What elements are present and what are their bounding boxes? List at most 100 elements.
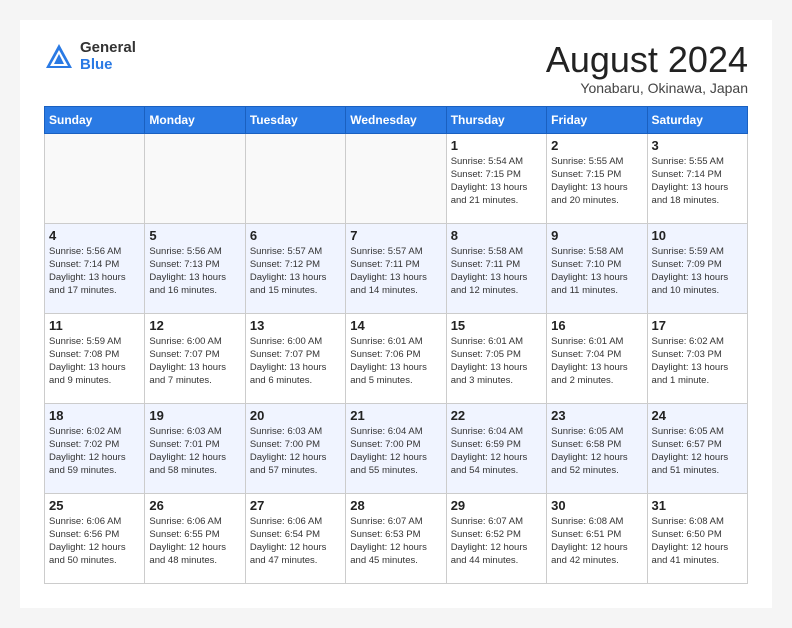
day-info: Sunrise: 5:54 AM Sunset: 7:15 PM Dayligh… bbox=[451, 155, 542, 208]
day-info: Sunrise: 5:55 AM Sunset: 7:15 PM Dayligh… bbox=[551, 155, 642, 208]
calendar-cell: 23 Sunrise: 6:05 AM Sunset: 6:58 PM Dayli… bbox=[547, 403, 647, 493]
calendar-cell: 11Sunrise: 5:59 AM Sunset: 7:08 PM Dayli… bbox=[45, 313, 145, 403]
calendar-cell: 7Sunrise: 5:57 AM Sunset: 7:11 PM Daylig… bbox=[346, 223, 446, 313]
week-row-5: 25 Sunrise: 6:06 AM Sunset: 6:56 PM Dayli… bbox=[45, 493, 748, 583]
title-block: August 2024 Yonabaru, Okinawa, Japan bbox=[546, 40, 748, 96]
calendar-cell: 24 Sunrise: 6:05 AM Sunset: 6:57 PM Dayli… bbox=[647, 403, 747, 493]
day-number: 17 bbox=[652, 318, 743, 333]
day-number: 31 bbox=[652, 498, 743, 513]
day-number: 29 bbox=[451, 498, 542, 513]
calendar-table: SundayMondayTuesdayWednesdayThursdayFrid… bbox=[44, 106, 748, 584]
day-info: Sunrise: 6:03 AM Sunset: 7:00 PM Dayligh… bbox=[250, 425, 341, 478]
location: Yonabaru, Okinawa, Japan bbox=[546, 80, 748, 96]
calendar-cell: 9 Sunrise: 5:58 AM Sunset: 7:10 PM Daylig… bbox=[547, 223, 647, 313]
day-info: Sunrise: 6:06 AM Sunset: 6:54 PM Dayligh… bbox=[250, 515, 341, 568]
week-row-3: 11Sunrise: 5:59 AM Sunset: 7:08 PM Dayli… bbox=[45, 313, 748, 403]
day-info: Sunrise: 5:56 AM Sunset: 7:14 PM Dayligh… bbox=[49, 245, 140, 298]
weekday-header-saturday: Saturday bbox=[647, 106, 747, 133]
calendar-cell: 30Sunrise: 6:08 AM Sunset: 6:51 PM Dayli… bbox=[547, 493, 647, 583]
calendar-cell: 27 Sunrise: 6:06 AM Sunset: 6:54 PM Dayli… bbox=[245, 493, 345, 583]
calendar-container: General Blue August 2024 Yonabaru, Okina… bbox=[20, 20, 772, 608]
day-info: Sunrise: 5:59 AM Sunset: 7:09 PM Dayligh… bbox=[652, 245, 743, 298]
logo-icon bbox=[44, 42, 74, 72]
day-number: 27 bbox=[250, 498, 341, 513]
calendar-cell: 20Sunrise: 6:03 AM Sunset: 7:00 PM Dayli… bbox=[245, 403, 345, 493]
day-number: 15 bbox=[451, 318, 542, 333]
day-number: 1 bbox=[451, 138, 542, 153]
day-number: 6 bbox=[250, 228, 341, 243]
calendar-cell: 17 Sunrise: 6:02 AM Sunset: 7:03 PM Dayli… bbox=[647, 313, 747, 403]
calendar-cell bbox=[245, 133, 345, 223]
day-info: Sunrise: 5:58 AM Sunset: 7:11 PM Dayligh… bbox=[451, 245, 542, 298]
calendar-cell: 18 Sunrise: 6:02 AM Sunset: 7:02 PM Dayli… bbox=[45, 403, 145, 493]
logo: General Blue bbox=[44, 40, 136, 73]
day-number: 23 bbox=[551, 408, 642, 423]
week-row-1: 1 Sunrise: 5:54 AM Sunset: 7:15 PM Daylig… bbox=[45, 133, 748, 223]
calendar-cell: 21Sunrise: 6:04 AM Sunset: 7:00 PM Dayli… bbox=[346, 403, 446, 493]
day-number: 28 bbox=[350, 498, 441, 513]
day-info: Sunrise: 5:56 AM Sunset: 7:13 PM Dayligh… bbox=[149, 245, 240, 298]
weekday-header-thursday: Thursday bbox=[446, 106, 546, 133]
day-info: Sunrise: 5:55 AM Sunset: 7:14 PM Dayligh… bbox=[652, 155, 743, 208]
day-number: 11 bbox=[49, 318, 140, 333]
calendar-cell bbox=[346, 133, 446, 223]
day-number: 24 bbox=[652, 408, 743, 423]
day-number: 26 bbox=[149, 498, 240, 513]
day-number: 14 bbox=[350, 318, 441, 333]
day-info: Sunrise: 6:05 AM Sunset: 6:58 PM Dayligh… bbox=[551, 425, 642, 478]
calendar-cell: 31 Sunrise: 6:08 AM Sunset: 6:50 PM Dayli… bbox=[647, 493, 747, 583]
month-title: August 2024 bbox=[546, 40, 748, 80]
calendar-cell: 29Sunrise: 6:07 AM Sunset: 6:52 PM Dayli… bbox=[446, 493, 546, 583]
logo-blue: Blue bbox=[80, 57, 136, 74]
week-row-2: 4 Sunrise: 5:56 AM Sunset: 7:14 PM Daylig… bbox=[45, 223, 748, 313]
day-info: Sunrise: 6:01 AM Sunset: 7:06 PM Dayligh… bbox=[350, 335, 441, 388]
calendar-cell: 19 Sunrise: 6:03 AM Sunset: 7:01 PM Dayli… bbox=[145, 403, 245, 493]
day-info: Sunrise: 6:01 AM Sunset: 7:05 PM Dayligh… bbox=[451, 335, 542, 388]
day-number: 3 bbox=[652, 138, 743, 153]
day-number: 18 bbox=[49, 408, 140, 423]
calendar-cell: 22Sunrise: 6:04 AM Sunset: 6:59 PM Dayli… bbox=[446, 403, 546, 493]
calendar-cell: 10 Sunrise: 5:59 AM Sunset: 7:09 PM Dayli… bbox=[647, 223, 747, 313]
weekday-header-wednesday: Wednesday bbox=[346, 106, 446, 133]
calendar-cell: 28 Sunrise: 6:07 AM Sunset: 6:53 PM Dayli… bbox=[346, 493, 446, 583]
weekday-header-monday: Monday bbox=[145, 106, 245, 133]
day-number: 9 bbox=[551, 228, 642, 243]
day-number: 30 bbox=[551, 498, 642, 513]
calendar-cell: 3 Sunrise: 5:55 AM Sunset: 7:14 PM Daylig… bbox=[647, 133, 747, 223]
weekday-header-friday: Friday bbox=[547, 106, 647, 133]
calendar-cell: 16 Sunrise: 6:01 AM Sunset: 7:04 PM Dayli… bbox=[547, 313, 647, 403]
day-number: 7 bbox=[350, 228, 441, 243]
day-info: Sunrise: 6:05 AM Sunset: 6:57 PM Dayligh… bbox=[652, 425, 743, 478]
calendar-cell: 13Sunrise: 6:00 AM Sunset: 7:07 PM Dayli… bbox=[245, 313, 345, 403]
calendar-cell: 6Sunrise: 5:57 AM Sunset: 7:12 PM Daylig… bbox=[245, 223, 345, 313]
day-info: Sunrise: 6:08 AM Sunset: 6:50 PM Dayligh… bbox=[652, 515, 743, 568]
calendar-cell: 26Sunrise: 6:06 AM Sunset: 6:55 PM Dayli… bbox=[145, 493, 245, 583]
header: General Blue August 2024 Yonabaru, Okina… bbox=[44, 40, 748, 96]
day-number: 10 bbox=[652, 228, 743, 243]
day-info: Sunrise: 6:04 AM Sunset: 7:00 PM Dayligh… bbox=[350, 425, 441, 478]
day-number: 25 bbox=[49, 498, 140, 513]
day-info: Sunrise: 5:58 AM Sunset: 7:10 PM Dayligh… bbox=[551, 245, 642, 298]
calendar-cell: 4 Sunrise: 5:56 AM Sunset: 7:14 PM Daylig… bbox=[45, 223, 145, 313]
day-number: 22 bbox=[451, 408, 542, 423]
day-number: 19 bbox=[149, 408, 240, 423]
calendar-cell: 5Sunrise: 5:56 AM Sunset: 7:13 PM Daylig… bbox=[145, 223, 245, 313]
day-info: Sunrise: 6:01 AM Sunset: 7:04 PM Dayligh… bbox=[551, 335, 642, 388]
day-info: Sunrise: 6:03 AM Sunset: 7:01 PM Dayligh… bbox=[149, 425, 240, 478]
calendar-cell: 15 Sunrise: 6:01 AM Sunset: 7:05 PM Dayli… bbox=[446, 313, 546, 403]
calendar-cell: 14 Sunrise: 6:01 AM Sunset: 7:06 PM Dayli… bbox=[346, 313, 446, 403]
week-row-4: 18 Sunrise: 6:02 AM Sunset: 7:02 PM Dayli… bbox=[45, 403, 748, 493]
day-info: Sunrise: 6:00 AM Sunset: 7:07 PM Dayligh… bbox=[250, 335, 341, 388]
day-number: 16 bbox=[551, 318, 642, 333]
day-number: 4 bbox=[49, 228, 140, 243]
day-info: Sunrise: 6:06 AM Sunset: 6:56 PM Dayligh… bbox=[49, 515, 140, 568]
calendar-cell: 25 Sunrise: 6:06 AM Sunset: 6:56 PM Dayli… bbox=[45, 493, 145, 583]
day-info: Sunrise: 6:07 AM Sunset: 6:53 PM Dayligh… bbox=[350, 515, 441, 568]
day-info: Sunrise: 6:02 AM Sunset: 7:03 PM Dayligh… bbox=[652, 335, 743, 388]
calendar-cell bbox=[145, 133, 245, 223]
day-info: Sunrise: 6:00 AM Sunset: 7:07 PM Dayligh… bbox=[149, 335, 240, 388]
calendar-cell: 2Sunrise: 5:55 AM Sunset: 7:15 PM Daylig… bbox=[547, 133, 647, 223]
calendar-cell bbox=[45, 133, 145, 223]
day-info: Sunrise: 6:02 AM Sunset: 7:02 PM Dayligh… bbox=[49, 425, 140, 478]
calendar-cell: 12Sunrise: 6:00 AM Sunset: 7:07 PM Dayli… bbox=[145, 313, 245, 403]
